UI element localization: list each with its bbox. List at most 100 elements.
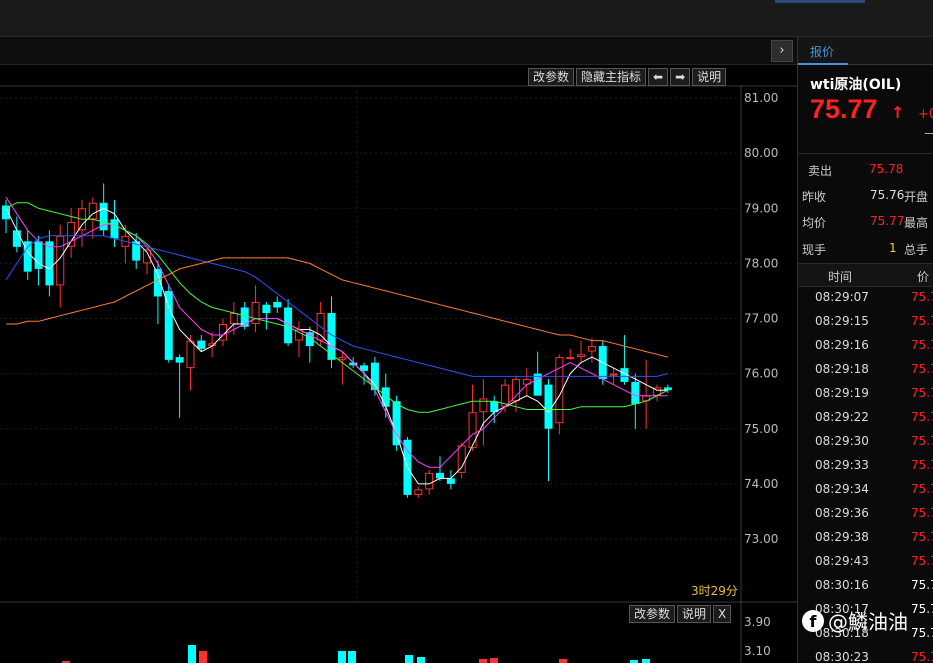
trade-row: 08:30:23 75.7: [798, 646, 933, 663]
candle-body: [45, 241, 54, 286]
trade-row: 08:29:07 75.7: [798, 286, 933, 310]
trade-row: 08:29:33 75.7: [798, 454, 933, 478]
trade-time: 08:29:38: [815, 530, 869, 544]
candle-body: [175, 357, 184, 363]
trade-time: 08:29:43: [815, 554, 869, 568]
candle-body: [338, 357, 347, 360]
trade-price: 75.7: [911, 482, 933, 496]
change-params-button[interactable]: 改参数: [528, 68, 575, 86]
trade-price: 75.7: [911, 314, 933, 328]
candle-body: [425, 472, 434, 490]
y-tick-label: 78.00: [744, 256, 778, 270]
trade-price: 75.7: [911, 434, 933, 448]
y-tick-label: 73.00: [744, 532, 778, 546]
watermark: f @鱗油油: [802, 606, 908, 635]
moving-average-line: [5, 202, 669, 413]
volume-explain-button[interactable]: 说明: [677, 605, 712, 623]
trade-price: 75.7: [911, 650, 933, 663]
trade-time: 08:29:30: [815, 434, 869, 448]
tab-underline: [798, 63, 848, 65]
moving-average-line: [6, 257, 669, 358]
trade-price: 75.7: [911, 458, 933, 472]
trade-time: 08:29:36: [815, 506, 869, 520]
candle-body: [566, 357, 575, 360]
candle-body: [305, 332, 314, 347]
candle-body: [110, 219, 119, 239]
candle-body: [631, 381, 640, 404]
candle-body: [533, 373, 542, 396]
moving-average-line: [5, 196, 668, 468]
volume-bar: [559, 659, 567, 663]
trade-list-header: 时间 价: [798, 263, 933, 287]
explain-button[interactable]: 说明: [692, 68, 727, 86]
quote-panel: 报价 wti原油(OIL) 75.77 ↑ +0 卖出 75.78 昨收 75.…: [797, 37, 933, 663]
trade-time: 08:30:16: [815, 578, 869, 592]
trade-time: 08:29:22: [815, 410, 869, 424]
tab-quote[interactable]: 报价: [810, 43, 834, 60]
trade-price: 75.7: [911, 290, 933, 304]
up-arrow-icon: ↑: [891, 103, 905, 122]
y-tick-label: 81.00: [744, 91, 778, 105]
dash-divider: [925, 133, 933, 134]
trade-row: 08:29:38 75.7: [798, 526, 933, 550]
candle-body: [164, 290, 173, 360]
avg-value: 75.77: [870, 214, 905, 228]
volume-bar: [479, 659, 487, 663]
y-tick-label: 76.00: [744, 367, 778, 381]
y-tick-label: 79.00: [744, 201, 778, 215]
candle-body: [544, 384, 553, 429]
last-price: 75.77: [810, 94, 878, 124]
candle-body: [414, 489, 423, 495]
volume-tick-label: 3.10: [744, 644, 771, 658]
trade-row: 08:29:19 75.7: [798, 382, 933, 406]
price-chart[interactable]: 81.00 80.00 79.00 78.00 77.00 76.00 75.00 74.00…: [0, 0, 797, 663]
candle-body: [229, 312, 238, 325]
volume-change-params-button[interactable]: 改参数: [629, 605, 676, 623]
trade-price: 75.7: [911, 626, 933, 640]
trade-price: 75.7: [911, 554, 933, 568]
candle-body: [457, 445, 466, 473]
y-tick-label: 75.00: [744, 422, 778, 436]
candle-body: [197, 340, 206, 349]
y-tick-label: 77.00: [744, 312, 778, 326]
trade-time: 08:29:19: [815, 386, 869, 400]
volume-bar: [490, 658, 498, 663]
volume-bar: [348, 651, 356, 663]
price-change: +0: [918, 107, 933, 122]
volume-close-button[interactable]: X: [713, 605, 732, 623]
current-hand-value: 1: [889, 241, 897, 255]
candle-body: [12, 230, 21, 247]
candle-body: [273, 301, 282, 308]
volume-bar: [405, 655, 413, 663]
candle-body: [251, 301, 260, 325]
trade-row: 08:30:16 75.7: [798, 574, 933, 598]
candle-body: [609, 373, 618, 376]
candle-body: [2, 205, 10, 220]
trade-row: 08:29:43 75.7: [798, 550, 933, 574]
candle-body: [468, 412, 477, 449]
candle-body: [446, 478, 455, 484]
trade-row: 08:29:36 75.7: [798, 502, 933, 526]
prev-close-label: 昨收: [802, 190, 827, 204]
trade-time: 08:29:18: [815, 362, 869, 376]
moving-average-line: [5, 207, 668, 485]
y-tick-label: 80.00: [744, 146, 778, 160]
trade-row: 08:29:15 75.7: [798, 310, 933, 334]
moving-average-line: [5, 235, 669, 377]
hide-main-indicator-button[interactable]: 隐藏主指标: [576, 68, 647, 86]
trade-time: 08:29:15: [815, 314, 869, 328]
arrow-right-icon[interactable]: ➡: [670, 68, 691, 86]
candle-body: [262, 304, 271, 313]
trade-time: 08:30:23: [815, 650, 869, 663]
price-column-header: 价: [917, 270, 930, 284]
high-label: 最高: [904, 216, 929, 230]
prev-close-value: 75.76: [870, 188, 905, 202]
trade-price: 75.7: [911, 602, 933, 616]
candle-body: [577, 354, 586, 358]
arrow-left-icon[interactable]: ⬅: [648, 68, 669, 86]
candle-body: [381, 387, 390, 407]
trade-row: 08:29:18 75.7: [798, 358, 933, 382]
trade-time: 08:29:34: [815, 482, 869, 496]
trade-price: 75.7: [911, 530, 933, 544]
candle-body: [186, 340, 195, 369]
